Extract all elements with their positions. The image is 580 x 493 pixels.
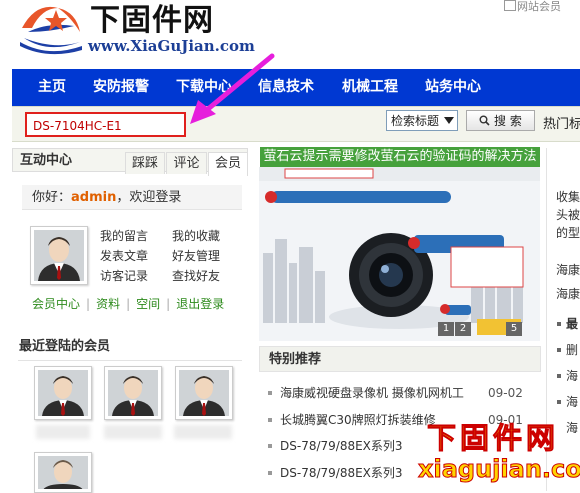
watermark-cn: 下固件网	[426, 421, 560, 455]
nav-item-home[interactable]: 主页	[38, 69, 66, 106]
feature-slide-image[interactable]	[259, 167, 540, 341]
slide-dot[interactable]: 1	[438, 322, 454, 336]
news-title[interactable]: 海康威视硬盘录像机 摄像机网机工	[280, 386, 464, 400]
right-text: 收集	[556, 190, 580, 204]
special-recommend-title: 特别推荐	[269, 352, 322, 367]
separator: |	[86, 297, 91, 311]
logo-icon[interactable]	[18, 2, 84, 56]
annotation-arrow-icon	[190, 53, 275, 124]
right-link[interactable]: 海康	[556, 262, 580, 278]
logo-title[interactable]: 下固件网	[90, 1, 214, 41]
right-link[interactable]: 海	[566, 394, 578, 410]
recent-member-avatar[interactable]	[34, 452, 92, 493]
greeting-suffix: ，欢迎登录	[116, 190, 182, 205]
watermark-en: xiagujian.com	[418, 455, 580, 484]
bullet-icon	[557, 374, 561, 378]
bullet-icon	[557, 322, 561, 326]
greeting: 你好：admin，欢迎登录	[22, 185, 242, 210]
nav-item-security[interactable]: 安防报警	[93, 69, 149, 106]
broken-image-icon	[504, 0, 516, 11]
right-text: 头被	[556, 208, 580, 222]
right-link[interactable]: 海康	[556, 286, 580, 302]
slide-dot[interactable]: 5	[506, 322, 522, 336]
search-type-select[interactable]: 检索标题	[386, 110, 458, 131]
my-favorites-link[interactable]: 我的收藏	[172, 228, 220, 244]
news-title[interactable]: DS-78/79/88EX系列3	[280, 439, 403, 453]
search-type-value: 检索标题	[391, 114, 440, 128]
search-button[interactable]: 搜 索	[466, 110, 535, 131]
right-link[interactable]: 海	[566, 368, 578, 384]
greeting-prefix: 你好：	[32, 190, 72, 205]
news-title[interactable]: DS-78/79/88EX系列3	[280, 466, 403, 480]
blurred-member-name	[104, 425, 162, 439]
search-input[interactable]: DS-7104HC-E1	[25, 112, 186, 137]
username[interactable]: admin	[71, 190, 116, 205]
member-center-link[interactable]: 会员中心	[32, 297, 80, 311]
recent-members-title: 最近登陆的会员	[19, 339, 111, 354]
avatar[interactable]	[30, 226, 88, 285]
news-date: 09-02	[488, 386, 523, 400]
news-item[interactable]: DS-78/79/88EX系列3	[268, 438, 403, 454]
feature-title[interactable]: 萤石云提示需要修改萤石云的验证码的解决方法	[260, 147, 540, 167]
recent-member-avatar[interactable]	[34, 366, 92, 420]
space-link[interactable]: 空间	[136, 297, 160, 311]
tab-tread[interactable]: 踩踩	[125, 152, 165, 174]
news-item[interactable]: 长城腾翼C30牌照灯拆装维修	[268, 412, 436, 428]
bullet-icon	[268, 418, 272, 422]
slide-dot[interactable]: 2	[455, 322, 471, 336]
search-button-label: 搜 索	[494, 114, 522, 128]
search-icon	[479, 115, 490, 126]
bullet-icon	[268, 444, 272, 448]
post-article-link[interactable]: 发表文章	[100, 248, 148, 264]
hot-tags-label: 热门标	[543, 117, 580, 132]
news-item[interactable]: DS-78/79/88EX系列3	[268, 465, 403, 481]
member-image-alt: 网站会员	[517, 0, 561, 13]
main-nav: 主页 安防报警 下载中心 信息技术 机械工程 站务中心	[12, 69, 580, 106]
member-links: 会员中心 | 资料 | 空间 | 退出登录	[32, 296, 224, 312]
nav-item-site[interactable]: 站务中心	[425, 69, 481, 106]
divider	[18, 360, 242, 361]
right-link[interactable]: 删	[566, 342, 578, 358]
nav-item-mechanical[interactable]: 机械工程	[342, 69, 398, 106]
logout-link[interactable]: 退出登录	[176, 297, 224, 311]
my-messages-link[interactable]: 我的留言	[100, 228, 148, 244]
find-friends-link[interactable]: 查找好友	[172, 268, 220, 284]
interaction-center-title: 互动中心	[20, 153, 73, 168]
blurred-member-name	[36, 425, 90, 439]
recent-member-avatar[interactable]	[175, 366, 233, 420]
chevron-down-icon	[444, 117, 454, 124]
profile-link[interactable]: 资料	[96, 297, 120, 311]
right-link[interactable]: 海	[566, 420, 578, 436]
news-item[interactable]: 海康威视硬盘录像机 摄像机网机工	[268, 385, 464, 401]
blurred-member-name	[174, 425, 232, 439]
separator: |	[166, 297, 171, 311]
member-image-broken[interactable]: 网站会员	[504, 0, 561, 13]
news-title[interactable]: 长城腾翼C30牌照灯拆装维修	[280, 413, 436, 427]
right-text: 的型	[556, 226, 580, 240]
bullet-icon	[268, 471, 272, 475]
recent-member-avatar[interactable]	[104, 366, 162, 420]
friend-manage-link[interactable]: 好友管理	[172, 248, 220, 264]
visitor-log-link[interactable]: 访客记录	[100, 268, 148, 284]
separator: |	[126, 297, 131, 311]
tab-members[interactable]: 会员	[208, 152, 248, 176]
tab-comments[interactable]: 评论	[166, 152, 207, 174]
right-heading: 最	[566, 317, 579, 331]
bullet-icon	[557, 400, 561, 404]
bullet-icon	[557, 348, 561, 352]
bullet-icon	[268, 391, 272, 395]
